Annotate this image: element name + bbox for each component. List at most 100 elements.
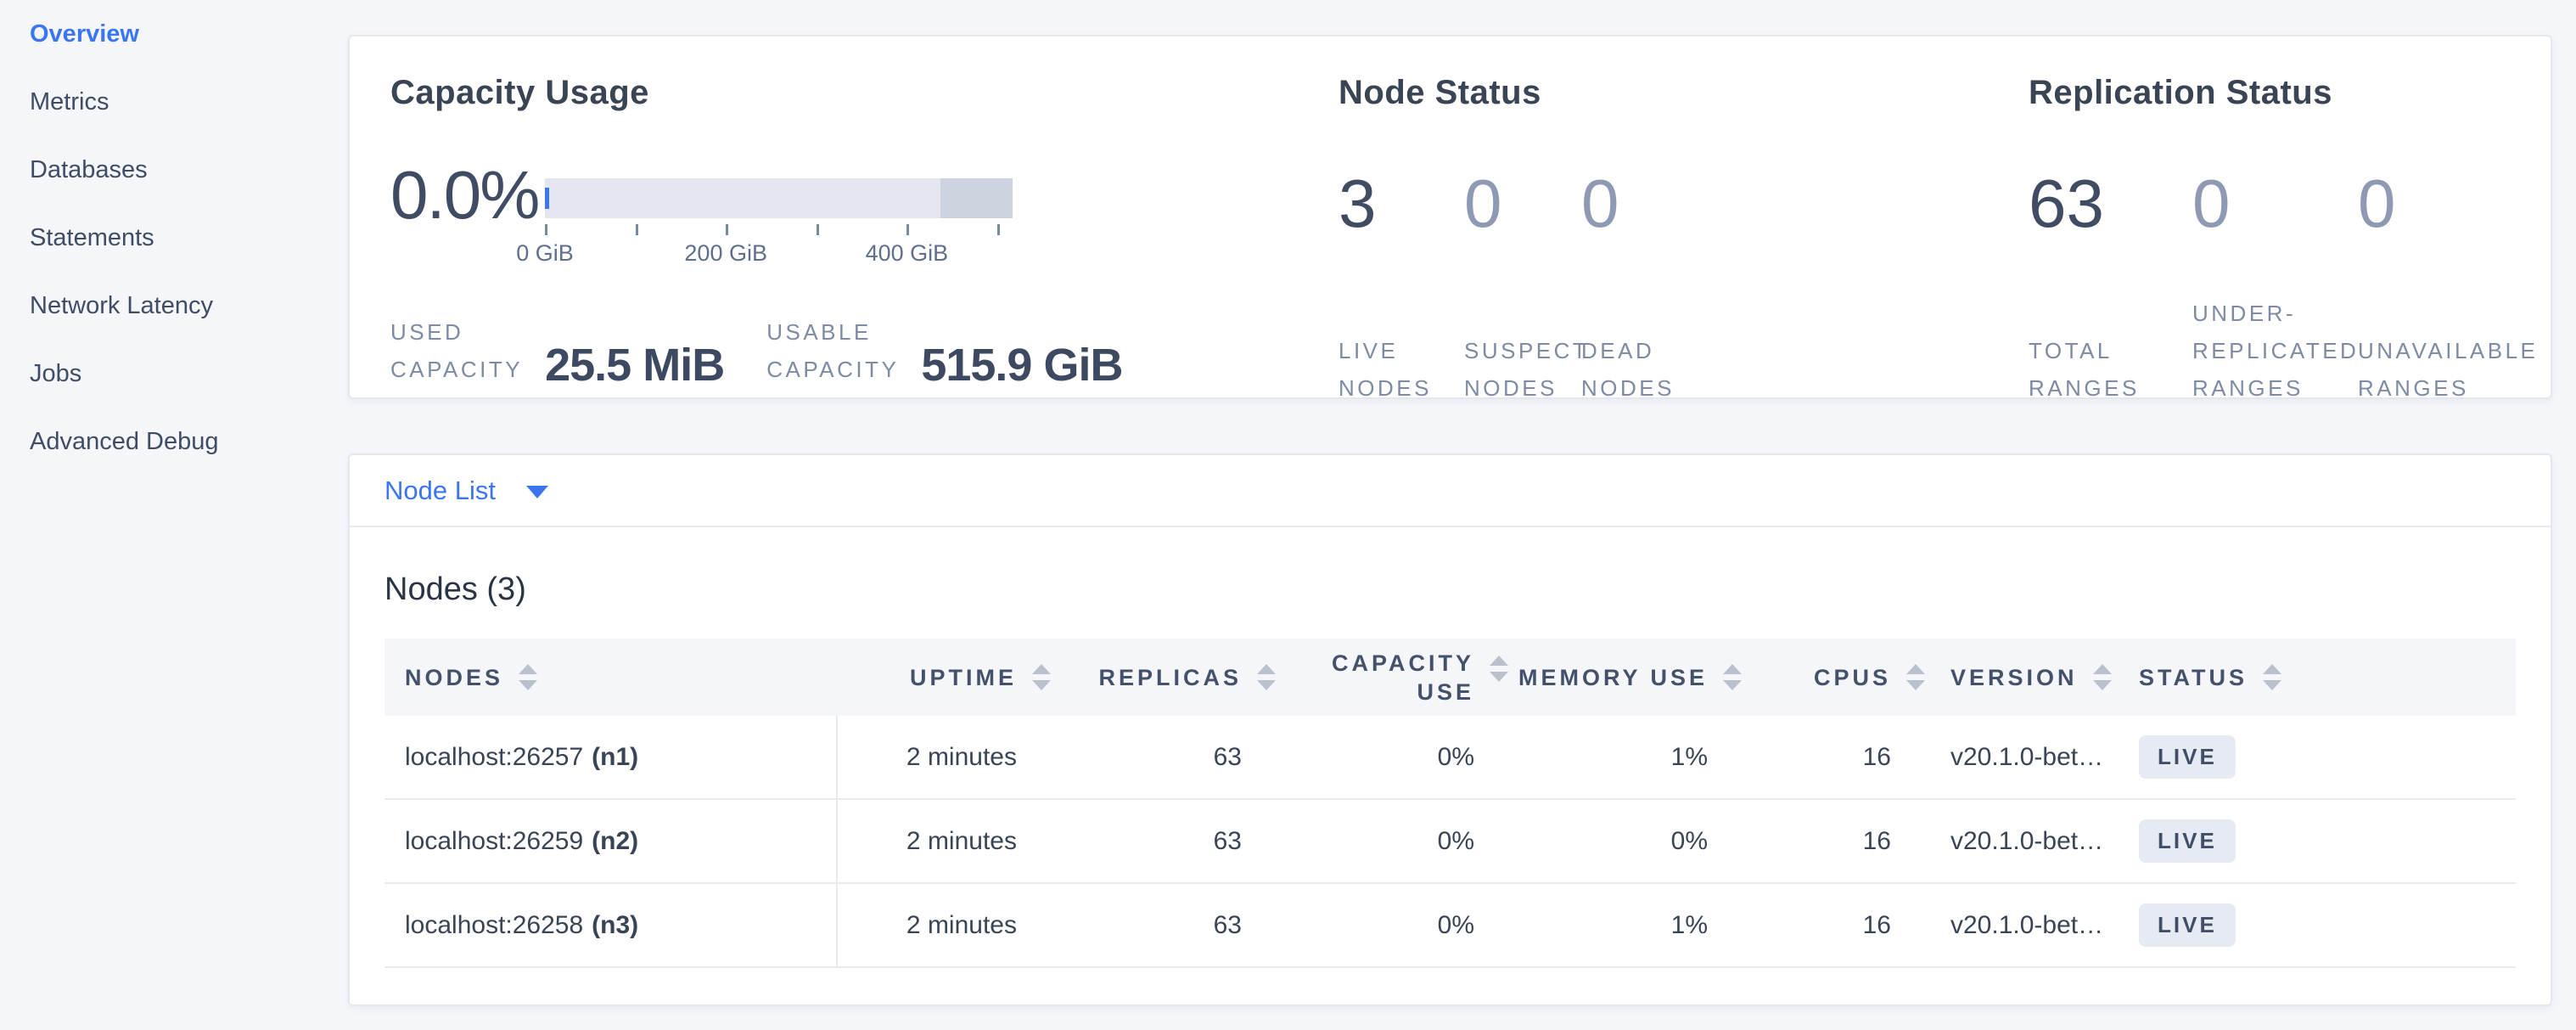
capacity-gauge-track xyxy=(545,178,1013,218)
node-address-cell[interactable]: localhost:26258(n3) xyxy=(384,884,838,966)
node-row[interactable]: localhost:26259(n2) 2 minutes 63 0% 0% 1… xyxy=(384,800,2516,884)
nodes-table: NODES UPTIME REPLICAS CAPACITY USE MEMOR… xyxy=(384,639,2516,968)
under-replicated-ranges-stat: 0 UNDER- REPLICATED RANGES xyxy=(2192,163,2358,407)
stat-label-line: CAPACITY xyxy=(390,351,523,388)
column-header-replicas[interactable]: REPLICAS xyxy=(1059,639,1284,716)
under-replicated-count: 0 xyxy=(2192,163,2358,245)
stat-label-line: SUSPECT xyxy=(1464,332,1581,369)
capacity-reserved-segment xyxy=(940,178,1013,218)
memory-use-cell: 1% xyxy=(1517,716,1750,798)
unavailable-ranges-count: 0 xyxy=(2358,163,2538,245)
node-address-cell[interactable]: localhost:26259(n2) xyxy=(384,800,838,882)
capacity-gauge-chart: 0 GiB 200 GiB 400 GiB xyxy=(545,178,1020,269)
capacity-used-marker xyxy=(545,188,549,209)
sort-icon xyxy=(519,664,537,690)
node-row[interactable]: localhost:26258(n3) 2 minutes 63 0% 1% 1… xyxy=(384,884,2516,968)
dead-nodes-count: 0 xyxy=(1581,163,1675,245)
sort-icon xyxy=(1032,664,1051,690)
node-list-card: Node List Nodes (3) NODES UPTIME REPLICA… xyxy=(348,453,2552,1006)
stat-label-line: RANGES xyxy=(2358,369,2538,407)
node-list-dropdown[interactable]: Node List xyxy=(384,476,548,506)
unavailable-ranges-stat: 0 UNAVAILABLE RANGES xyxy=(2358,163,2538,407)
stat-label-line: USABLE xyxy=(766,313,899,351)
column-header-memory-use[interactable]: MEMORY USE xyxy=(1517,639,1750,716)
capacity-usage-title: Capacity Usage xyxy=(390,74,1333,112)
sidebar-item-overview[interactable]: Overview xyxy=(30,19,348,49)
status-cell: LIVE xyxy=(2139,716,2516,798)
sort-icon xyxy=(1723,664,1742,690)
nodes-section-title: Nodes (3) xyxy=(384,571,2551,608)
stat-label-line: NODES xyxy=(1464,369,1581,407)
version-cell: v20.1.0-bet… xyxy=(1933,716,2139,798)
sidebar-item-network-latency[interactable]: Network Latency xyxy=(30,290,348,321)
live-nodes-stat: 3 LIVE NODES xyxy=(1339,163,1464,407)
column-header-status[interactable]: STATUS xyxy=(2139,639,2516,716)
sidebar: Overview Metrics Databases Statements Ne… xyxy=(0,0,348,494)
suspect-nodes-stat: 0 SUSPECT NODES xyxy=(1464,163,1581,407)
usable-capacity-value: 515.9 GiB xyxy=(921,342,1122,388)
node-status-title: Node Status xyxy=(1339,74,1675,112)
cluster-summary-card: Capacity Usage 0.0% 0 GiB 200 GiB xyxy=(348,35,2552,399)
sort-icon xyxy=(1490,656,1508,682)
total-ranges-count: 63 xyxy=(2029,163,2192,245)
stat-label-line: LIVE xyxy=(1339,332,1464,369)
sidebar-item-jobs[interactable]: Jobs xyxy=(30,358,348,389)
sort-icon xyxy=(2093,664,2112,690)
view-selector-row: Node List xyxy=(350,455,2551,527)
column-header-uptime[interactable]: UPTIME xyxy=(838,639,1059,716)
capacity-axis-ticks xyxy=(545,224,997,235)
column-header-nodes[interactable]: NODES xyxy=(384,639,838,716)
node-status-section: Node Status 3 LIVE NODES 0 SUSPECT NODES xyxy=(1339,37,1675,407)
column-header-capacity-use[interactable]: CAPACITY USE xyxy=(1284,639,1517,716)
node-list-dropdown-label: Node List xyxy=(384,476,496,506)
capacity-use-cell: 0% xyxy=(1284,884,1517,966)
total-ranges-stat: 63 TOTAL RANGES xyxy=(2029,163,2192,407)
column-header-cpus[interactable]: CPUS xyxy=(1750,639,1933,716)
memory-use-cell: 1% xyxy=(1517,884,1750,966)
nodes-table-header: NODES UPTIME REPLICAS CAPACITY USE MEMOR… xyxy=(384,639,2516,716)
replication-status-title: Replication Status xyxy=(2029,74,2538,112)
column-header-version[interactable]: VERSION xyxy=(1933,639,2139,716)
sidebar-item-metrics[interactable]: Metrics xyxy=(30,87,348,117)
stat-label-line: USED xyxy=(390,313,523,351)
sort-icon xyxy=(1257,664,1276,690)
uptime-cell: 2 minutes xyxy=(838,800,1059,882)
status-badge: LIVE xyxy=(2139,735,2236,779)
sort-icon xyxy=(2263,664,2281,690)
uptime-cell: 2 minutes xyxy=(838,884,1059,966)
stat-label-line: RANGES xyxy=(2192,369,2358,407)
node-row[interactable]: localhost:26257(n1) 2 minutes 63 0% 1% 1… xyxy=(384,716,2516,800)
live-nodes-count: 3 xyxy=(1339,163,1464,245)
capacity-use-cell: 0% xyxy=(1284,716,1517,798)
stat-label-line: TOTAL xyxy=(2029,332,2192,369)
sidebar-item-statements[interactable]: Statements xyxy=(30,222,348,253)
sidebar-item-databases[interactable]: Databases xyxy=(30,155,348,185)
status-badge: LIVE xyxy=(2139,903,2236,947)
status-badge: LIVE xyxy=(2139,819,2236,863)
capacity-usage-section: Capacity Usage 0.0% 0 GiB 200 GiB xyxy=(390,37,1333,388)
axis-label: 200 GiB xyxy=(684,240,767,267)
suspect-nodes-count: 0 xyxy=(1464,163,1581,245)
cpus-cell: 16 xyxy=(1750,716,1933,798)
chevron-down-icon xyxy=(526,486,548,498)
dead-nodes-stat: 0 DEAD NODES xyxy=(1581,163,1675,407)
stat-label-line: NODES xyxy=(1581,369,1675,407)
memory-use-cell: 0% xyxy=(1517,800,1750,882)
replicas-cell: 63 xyxy=(1059,716,1284,798)
used-capacity-value: 25.5 MiB xyxy=(545,342,724,388)
stat-label-line: REPLICATED xyxy=(2192,332,2358,369)
axis-label: 0 GiB xyxy=(516,240,574,267)
sidebar-item-advanced-debug[interactable]: Advanced Debug xyxy=(30,426,348,457)
cpus-cell: 16 xyxy=(1750,884,1933,966)
capacity-use-cell: 0% xyxy=(1284,800,1517,882)
version-cell: v20.1.0-bet… xyxy=(1933,800,2139,882)
status-cell: LIVE xyxy=(2139,884,2516,966)
node-address-cell[interactable]: localhost:26257(n1) xyxy=(384,716,838,798)
capacity-axis-labels: 0 GiB 200 GiB 400 GiB xyxy=(545,240,997,269)
stat-label-line: RANGES xyxy=(2029,369,2192,407)
stat-label-line: NODES xyxy=(1339,369,1464,407)
replicas-cell: 63 xyxy=(1059,800,1284,882)
status-cell: LIVE xyxy=(2139,800,2516,882)
stat-label-line: UNAVAILABLE xyxy=(2358,332,2538,369)
sort-icon xyxy=(1906,664,1925,690)
